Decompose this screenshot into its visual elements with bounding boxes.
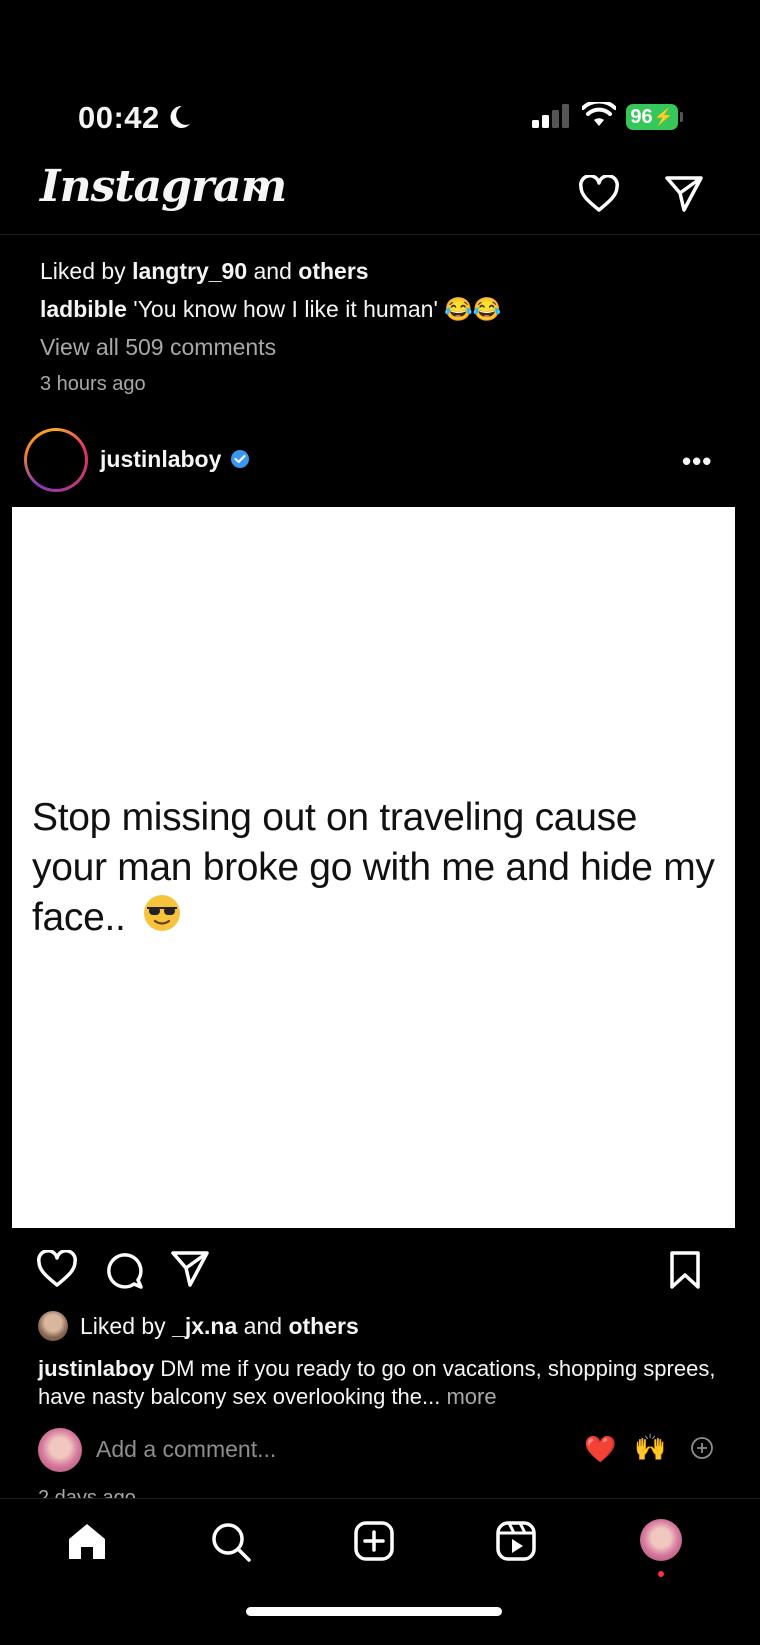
- post-image[interactable]: Stop missing out on traveling cause your…: [12, 507, 735, 1228]
- direct-messages-send-icon[interactable]: [664, 175, 704, 218]
- post-header: justinlaboy •••: [0, 428, 760, 492]
- view-all-comments-link[interactable]: View all 509 comments: [40, 328, 720, 366]
- home-icon[interactable]: [66, 1521, 108, 1566]
- post-time: 2 days ago: [38, 1487, 136, 1498]
- charging-bolt-icon: ⚡: [653, 109, 674, 126]
- quick-reaction-raised-hands[interactable]: 🙌: [634, 1432, 666, 1463]
- post-username[interactable]: justinlaboy: [100, 446, 221, 473]
- like-heart-icon[interactable]: [36, 1249, 78, 1293]
- avatar: [27, 431, 85, 489]
- caption-username[interactable]: justinlaboy: [38, 1356, 154, 1381]
- post-actions: [0, 1248, 760, 1292]
- caption-text: 'You know how I like it human': [133, 296, 438, 322]
- reels-icon[interactable]: [496, 1521, 536, 1566]
- post-caption[interactable]: justinlaboy DM me if you ready to go on …: [38, 1355, 728, 1411]
- and-label: and: [243, 1313, 283, 1339]
- cellular-signal-icon: [532, 104, 572, 133]
- quick-reaction-heart[interactable]: ❤️: [584, 1434, 616, 1465]
- story-avatar[interactable]: [24, 428, 88, 492]
- more-options-icon[interactable]: •••: [682, 446, 712, 477]
- wifi-icon: [581, 99, 617, 133]
- and-label: and: [253, 258, 292, 284]
- app-header: Instagram: [0, 155, 760, 235]
- others-link[interactable]: others: [298, 258, 368, 284]
- chevron-down-icon[interactable]: [250, 183, 270, 202]
- search-icon[interactable]: [210, 1521, 252, 1568]
- my-avatar: [38, 1428, 82, 1472]
- battery-tip: [680, 112, 683, 122]
- others-link[interactable]: others: [288, 1307, 358, 1345]
- create-post-plus-icon[interactable]: [354, 1521, 394, 1566]
- prev-caption[interactable]: ladbible 'You know how I like it human' …: [40, 290, 720, 328]
- liked-by-label: Liked by: [80, 1313, 166, 1339]
- verified-badge-icon: [230, 449, 250, 474]
- save-bookmark-icon[interactable]: [668, 1250, 702, 1295]
- status-time: 00:42: [78, 100, 160, 135]
- liked-by-label: Liked by: [40, 258, 126, 284]
- image-text-content: Stop missing out on traveling cause your…: [32, 796, 715, 939]
- caption-emoji: 😂😂: [444, 296, 502, 322]
- add-reaction-plus-icon[interactable]: [690, 1436, 714, 1465]
- liked-user-link[interactable]: _jx.na: [172, 1307, 237, 1345]
- battery-level: 96: [630, 105, 653, 128]
- caption-username[interactable]: ladbible: [40, 296, 127, 322]
- sunglasses-emoji-icon: [142, 893, 182, 946]
- notification-dot: [658, 1571, 664, 1577]
- prev-post-time: 3 hours ago: [40, 373, 146, 395]
- post-likes-line[interactable]: Liked by _jx.na and others: [38, 1310, 359, 1342]
- caption-more-link[interactable]: more: [446, 1384, 496, 1409]
- profile-avatar-tab[interactable]: [640, 1519, 682, 1561]
- liked-user-link[interactable]: langtry_90: [132, 258, 247, 284]
- add-comment-input[interactable]: Add a comment...: [96, 1436, 276, 1463]
- home-indicator-bar[interactable]: [246, 1607, 502, 1616]
- comment-bubble-icon[interactable]: [104, 1250, 144, 1295]
- share-send-icon[interactable]: [170, 1250, 210, 1293]
- bottom-navigation: [0, 1498, 760, 1580]
- do-not-disturb-moon-icon: [168, 104, 192, 135]
- battery-indicator: 96 ⚡: [626, 104, 678, 130]
- add-comment-row: Add a comment... ❤️ 🙌: [38, 1428, 728, 1472]
- liker-avatar: [38, 1311, 68, 1341]
- previous-post-footer: Liked by langtry_90 and others ladbible …: [40, 252, 720, 402]
- prev-likes-line[interactable]: Liked by langtry_90 and others: [40, 252, 720, 290]
- post-image-text: Stop missing out on traveling cause your…: [32, 793, 722, 946]
- notifications-heart-icon[interactable]: [578, 174, 620, 218]
- status-bar: 00:42 96 ⚡: [0, 92, 760, 142]
